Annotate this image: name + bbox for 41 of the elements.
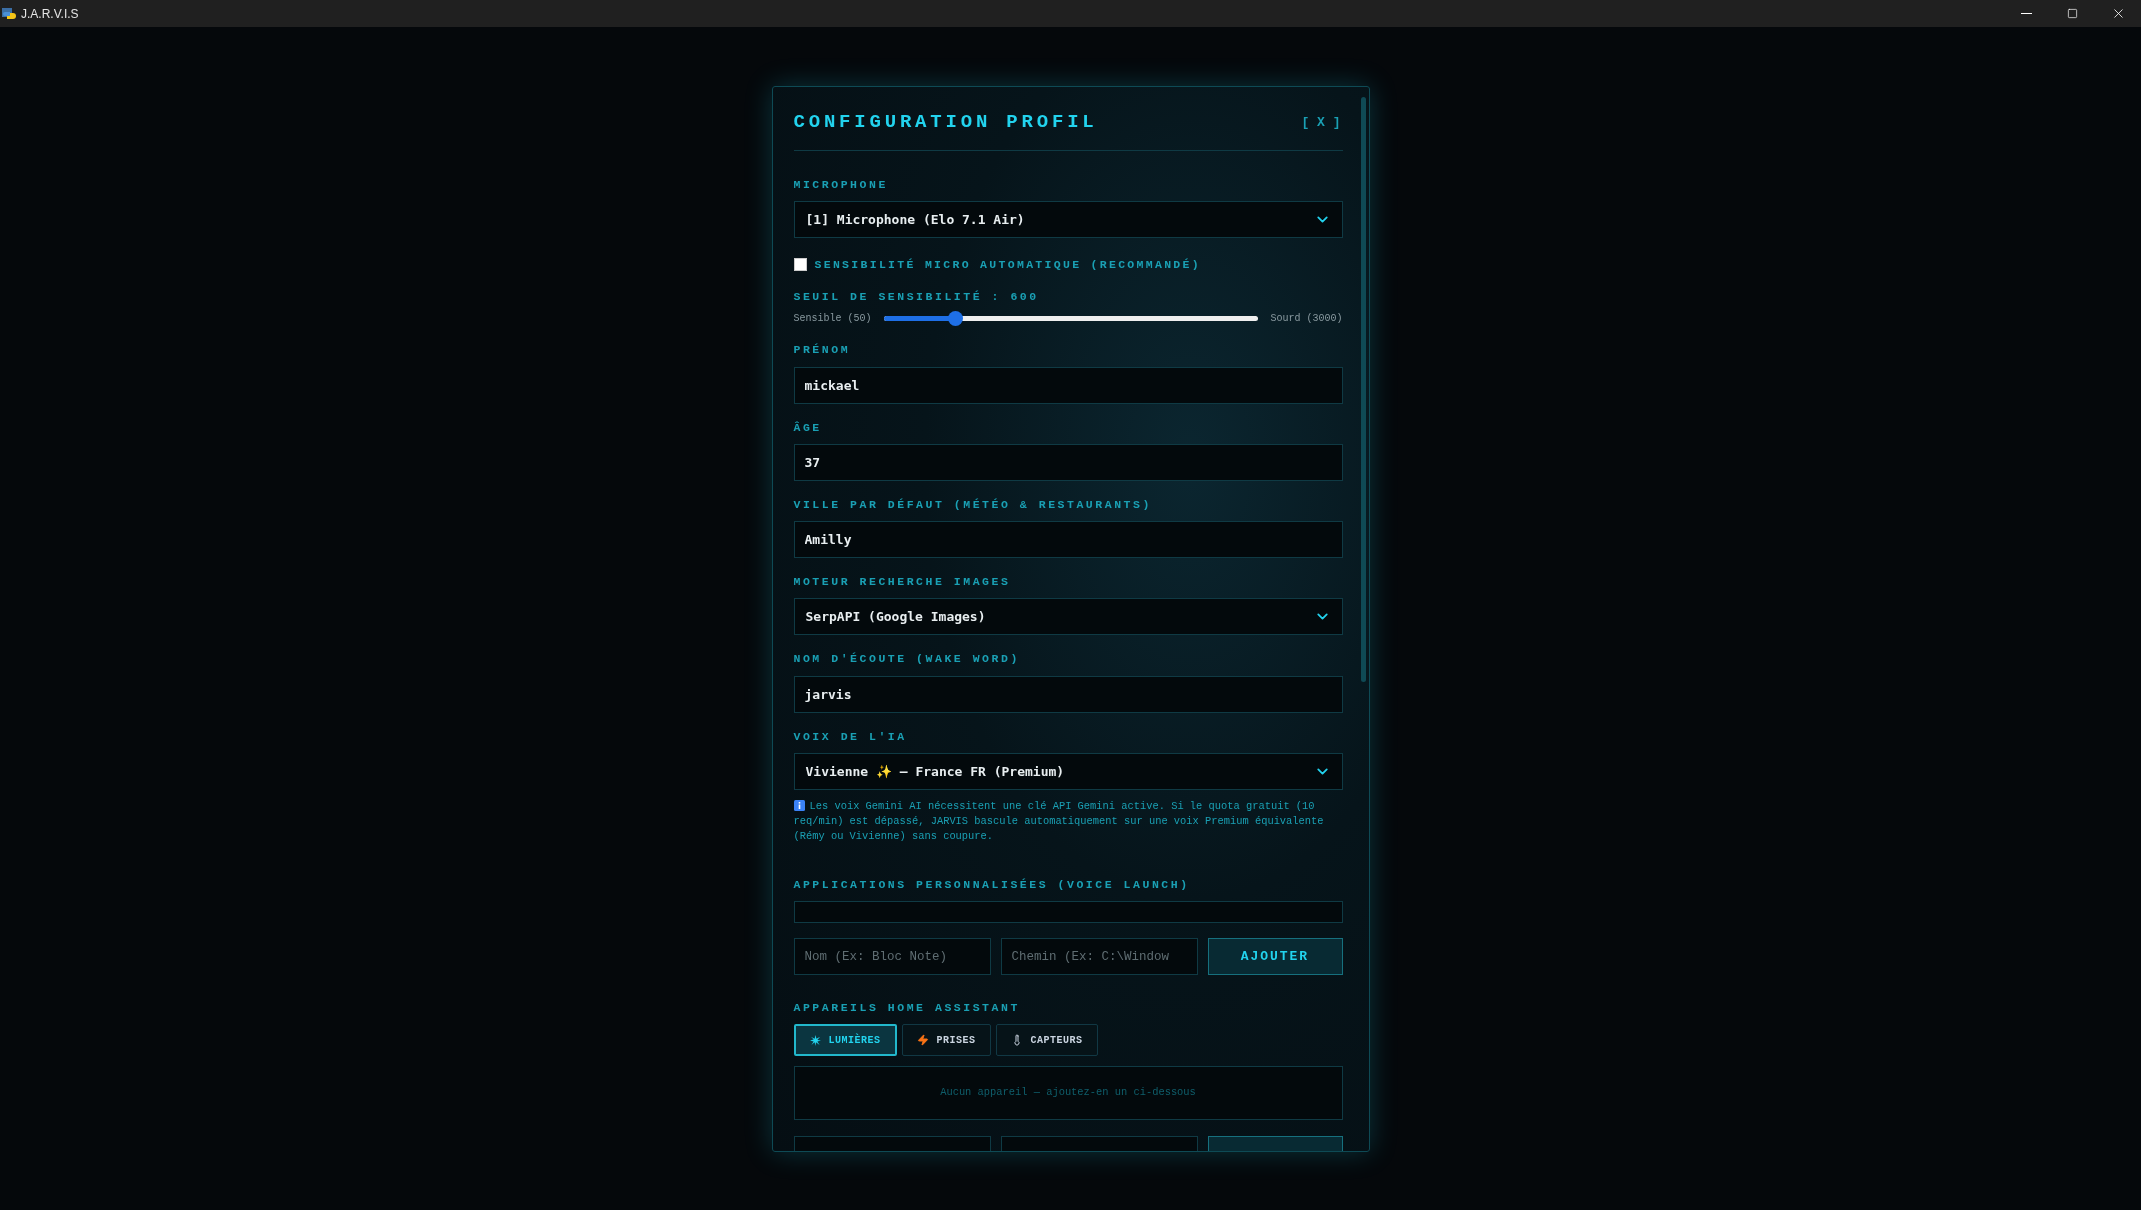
slider-track[interactable] <box>883 316 1259 322</box>
field-label: PRÉNOM <box>793 342 852 359</box>
input-field[interactable]: Amilly <box>793 521 1343 558</box>
slider-thumb[interactable] <box>947 311 963 327</box>
app-name-field[interactable]: Nom (Ex: Bloc Note) <box>793 938 991 975</box>
info-note: Les voix Gemini AI nécessitent une clé API Gemini active. Si le quota gratuit (10 req/min) est dépassé, JARVIS bascule automatiquement sur une voix Premium équivalente (Rémy ou Vivienne) sans coupure. <box>793 798 1325 844</box>
field-label: VOIX DE L'IA <box>793 728 908 745</box>
device-tab[interactable]: CAPTEURS <box>995 1024 1098 1057</box>
checkbox-label: SENSIBILITÉ MICRO AUTOMATIQUE (RECOMMANDÉ) <box>814 256 1201 273</box>
sparkle-icon <box>809 1034 821 1046</box>
close-button[interactable]: [ X ] <box>1301 112 1341 132</box>
field-label: SEUIL DE SENSIBILITÉ : 600 <box>793 289 1040 305</box>
dropdown[interactable]: [1] Microphone (Elo 7.1 Air) <box>793 200 1343 238</box>
minimize-icon <box>2020 13 2032 14</box>
field-label: NOM D'ÉCOUTE (WAKE WORD) <box>793 651 1021 668</box>
lightning-icon <box>916 1034 929 1047</box>
field-label: ÂGE <box>793 419 823 436</box>
field-label: MOTEUR RECHERCHE IMAGES <box>793 574 1012 590</box>
app-icon <box>2 6 16 21</box>
dropdown[interactable]: SerpAPI (Google Images) <box>793 598 1343 636</box>
slider-max-label: Sourd (3000) <box>1270 312 1343 327</box>
field-label: VILLE PAR DÉFAUT (MÉTÉO & RESTAURANTS) <box>793 496 1153 513</box>
window-title: J.A.R.V.I.S <box>21 5 79 23</box>
input-field[interactable]: mickael <box>793 366 1343 404</box>
scrollbar-thumb[interactable] <box>1360 97 1366 682</box>
device-tab[interactable]: LUMIÈRES <box>793 1024 897 1057</box>
field-label: APPAREILS HOME ASSISTANT <box>793 1000 1021 1016</box>
input-field[interactable]: jarvis <box>793 675 1343 713</box>
empty-message: Aucun appareil — ajoutez-en un ci-dessous <box>940 1085 1196 1101</box>
app-path-field[interactable]: Chemin (Ex: C:\Window <box>1000 938 1198 975</box>
add-button[interactable]: AJOUTER <box>1207 938 1343 975</box>
slider-min-label: Sensible (50) <box>793 312 872 327</box>
field-label: MICROPHONE <box>793 176 889 193</box>
panel-title: CONFIGURATION PROFIL <box>793 110 1098 135</box>
input-field[interactable]: 37 <box>793 443 1343 481</box>
maximize-icon <box>2066 8 2078 19</box>
checkbox[interactable] <box>793 257 807 271</box>
dropdown[interactable]: Vivienne ✨ — France FR (Premium) <box>793 752 1343 790</box>
field-label: APPLICATIONS PERSONNALISÉES (VOICE LAUNCH) <box>793 876 1191 893</box>
info-icon <box>793 799 805 811</box>
device-tab[interactable]: PRISES <box>901 1024 991 1057</box>
